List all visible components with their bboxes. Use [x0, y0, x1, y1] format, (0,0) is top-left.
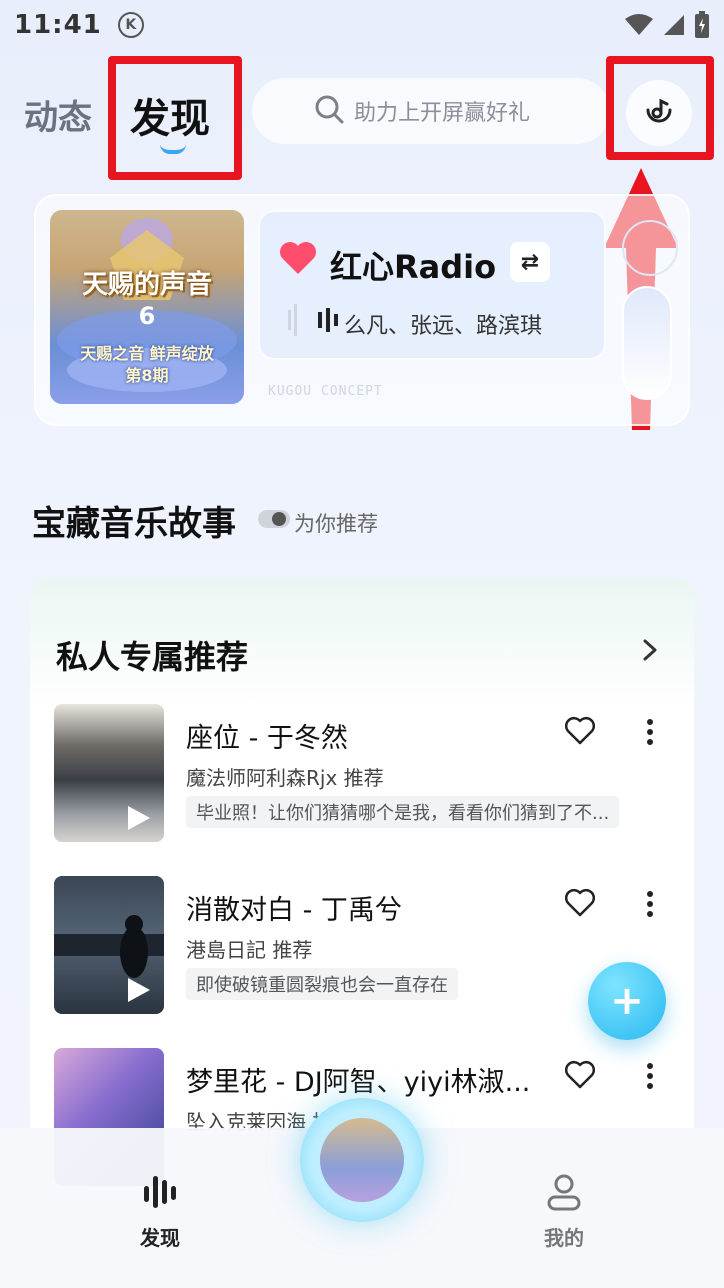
swap-mode-button[interactable]: ⇄ [510, 242, 550, 282]
search-icon [315, 95, 344, 124]
battery-icon [695, 11, 709, 38]
side-card-peek[interactable] [622, 286, 672, 400]
more-vertical-icon[interactable] [646, 718, 654, 746]
radio-artists: 么凡、张远、路滨琪 [344, 314, 543, 339]
song-recommender[interactable]: 港島日記 推荐 [186, 934, 312, 963]
tab-dongtai[interactable]: 动态 [24, 90, 92, 139]
highlight-box-faxian [108, 56, 242, 180]
cover-episode: 第8期 [125, 366, 169, 385]
discover-bars-icon [144, 1176, 176, 1208]
sound-wave-icon [288, 304, 338, 336]
song-title: 座位 - 于冬然 [186, 723, 348, 754]
cover-subtitle: 天赐之音 鲜声绽放 [80, 344, 214, 363]
add-button[interactable]: + [588, 962, 666, 1040]
user-icon [547, 1174, 581, 1211]
song-thumb[interactable] [54, 704, 164, 842]
status-icons [624, 11, 710, 39]
top-header: 动态 发现 助力上开屏赢好礼 [0, 56, 724, 180]
kugou-status-icon: K [117, 12, 144, 38]
heart-filled-icon [280, 242, 316, 274]
recommend-toggle[interactable] [258, 510, 290, 528]
nav-mine-label: 我的 [544, 1226, 584, 1250]
song-title: 消散对白 - 丁禹兮 [186, 895, 402, 926]
song-recommender[interactable]: 魔法师阿利森Rjx 推荐 [186, 762, 384, 791]
status-time: 11:41 [14, 10, 102, 40]
status-bar: 11:41 K [0, 0, 724, 50]
kugou-concept-label: KUGOU CONCEPT [268, 384, 383, 399]
nav-discover[interactable]: 发现 [120, 1172, 200, 1251]
search-bar[interactable]: 助力上开屏赢好礼 [252, 78, 610, 144]
signal-icon [664, 15, 684, 35]
nav-mine[interactable]: 我的 [524, 1172, 604, 1251]
rec-title: 私人专属推荐 [56, 638, 249, 676]
toggle-label: 为你推荐 [294, 512, 378, 536]
plus-icon: + [610, 978, 644, 1024]
nav-discover-label: 发现 [140, 1226, 180, 1250]
song-comment[interactable]: 毕业照！让你们猜猜哪个是我，看看你们猜到了不... [186, 796, 620, 828]
search-placeholder: 助力上开屏赢好礼 [354, 101, 531, 126]
side-ring [622, 220, 678, 276]
play-icon [128, 806, 150, 830]
song-item[interactable]: 座位 - 于冬然 魔法师阿利森Rjx 推荐 毕业照！让你们猜猜哪个是我，看看你们… [54, 704, 674, 844]
play-icon [128, 978, 150, 1002]
wifi-icon [625, 14, 653, 35]
more-vertical-icon[interactable] [646, 890, 654, 918]
red-heart-radio-card[interactable]: 红心Radio ⇄ 么凡、张远、路滨琪 [258, 210, 606, 360]
song-thumb[interactable] [54, 876, 164, 1014]
heart-outline-icon[interactable] [564, 716, 596, 746]
heart-outline-icon[interactable] [564, 888, 596, 918]
more-vertical-icon[interactable] [646, 1062, 654, 1090]
song-comment[interactable]: 即使破镜重圆裂痕也会一直存在 [186, 968, 458, 1000]
song-item[interactable]: 消散对白 - 丁禹兮 港島日記 推荐 即使破镜重圆裂痕也会一直存在 [54, 876, 674, 1016]
heart-outline-icon[interactable] [564, 1060, 596, 1090]
cover-title: 天赐的声音 [81, 270, 212, 300]
show-cover-image[interactable]: 天赐的声音 6 天赐之音 鲜声绽放 第8期 [50, 210, 244, 404]
cover-number: 6 [138, 302, 156, 330]
song-title: 梦里花 - DJ阿智、yiyi林淑... [186, 1067, 531, 1098]
swap-arrows-icon: ⇄ [520, 249, 540, 275]
now-playing-disc[interactable] [300, 1098, 424, 1222]
featured-banner: 天赐的声音 6 天赐之音 鲜声绽放 第8期 红心Radio ⇄ 么凡、张远、路滨… [34, 194, 690, 426]
now-playing-cover [320, 1118, 404, 1202]
section-title: 宝藏音乐故事 [32, 504, 236, 544]
radio-title: 红心Radio [330, 248, 497, 286]
highlight-box-recognize [606, 56, 714, 160]
chevron-right-icon[interactable] [642, 638, 658, 662]
